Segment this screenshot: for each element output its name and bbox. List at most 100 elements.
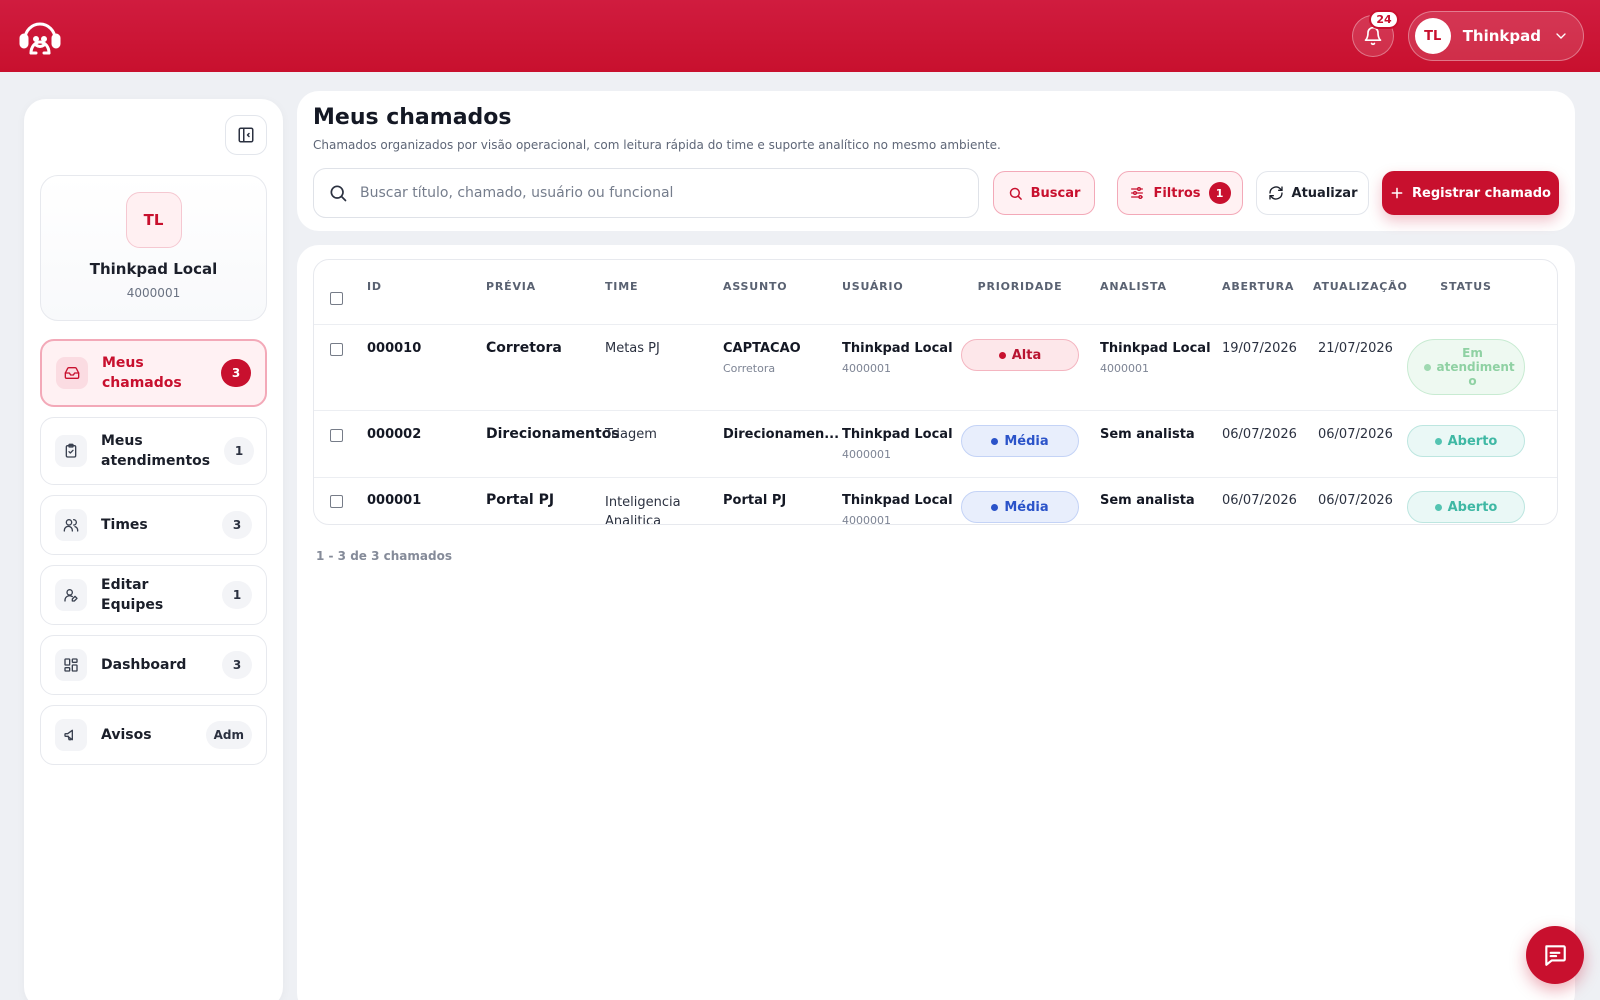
dashboard-grid-icon [55, 649, 87, 681]
table-row[interactable]: 000001 Portal PJ Inteligencia Analitica … [314, 478, 1557, 524]
collapse-sidebar-button[interactable] [225, 115, 267, 155]
sidebar-item-meus-chamados[interactable]: Meus chamados 3 [40, 339, 267, 407]
chevron-down-icon [1556, 33, 1566, 39]
register-ticket-button[interactable]: Registrar chamado [1382, 171, 1559, 215]
priority-badge: Alta [961, 339, 1079, 371]
priority-badge: Média [961, 425, 1079, 457]
profile-name: Thinkpad Local [89, 260, 218, 278]
filters-button[interactable]: Filtros 1 [1117, 171, 1243, 215]
ticket-preview[interactable]: Direcionamentos [486, 426, 620, 442]
user-edit-icon [55, 579, 87, 611]
status-dot [1434, 503, 1442, 511]
ticket-preview[interactable]: Corretora [486, 340, 562, 356]
sidebar-item-editar-equipes[interactable]: Editar Equipes 1 [40, 565, 267, 625]
sidebar-nav: Meus chamados 3 Meus atendimentos 1 Time… [40, 339, 267, 775]
ticket-user: Thinkpad Local [842, 427, 953, 442]
priority-dot [991, 437, 999, 445]
ticket-analyst: Thinkpad Local [1100, 341, 1211, 356]
notifications-badge: 24 [1369, 10, 1399, 29]
filters-button-label: Filtros [1153, 185, 1201, 201]
column-header-preview[interactable]: PRÉVIA [486, 280, 536, 293]
sidebar-item-dashboard[interactable]: Dashboard 3 [40, 635, 267, 695]
status-dot [1423, 363, 1431, 371]
page-title: Meus chamados [313, 105, 512, 130]
plus-icon [1391, 187, 1403, 199]
inbox-icon [56, 357, 88, 389]
search-button[interactable]: Buscar [993, 171, 1095, 215]
sidebar-item-times[interactable]: Times 3 [40, 495, 267, 555]
refresh-icon [1268, 186, 1283, 200]
megaphone-icon [55, 719, 87, 751]
column-header-analyst[interactable]: ANALISTA [1100, 280, 1167, 293]
priority-badge: Média [961, 491, 1079, 523]
column-header-opened[interactable]: ABERTURA [1222, 280, 1294, 293]
priority-label: Média [1004, 433, 1049, 449]
sidebar-item-label: Meus atendimentos [101, 433, 211, 469]
column-header-team[interactable]: TIME [605, 280, 638, 293]
status-badge: Aberto [1407, 425, 1525, 457]
ticket-analyst: Sem analista [1100, 427, 1195, 442]
ticket-analyst: Sem analista [1100, 493, 1195, 508]
tickets-panel: ID PRÉVIA TIME ASSUNTO USUÁRIO PRIORIDAD… [297, 245, 1575, 1000]
row-checkbox[interactable] [330, 343, 343, 356]
sidebar-item-count: 3 [221, 359, 251, 387]
row-checkbox[interactable] [330, 429, 343, 442]
sidebar-item-count: 3 [222, 511, 252, 539]
table-row[interactable]: 000010 Corretora Metas PJ CAPTACAO Corre… [314, 325, 1557, 411]
status-label: Aberto [1447, 433, 1498, 449]
ticket-opened: 19/07/2026 [1222, 341, 1297, 356]
ticket-analyst-id: 4000001 [1100, 362, 1149, 375]
status-label: Em atendiment o [1436, 346, 1515, 388]
filters-count-badge: 1 [1208, 182, 1231, 204]
sidebar-collapse-icon [238, 127, 254, 143]
tickets-table: ID PRÉVIA TIME ASSUNTO USUÁRIO PRIORIDAD… [313, 259, 1558, 525]
status-badge: Aberto [1407, 491, 1525, 523]
table-row[interactable]: 000002 Direcionamentos Triagem Direciona… [314, 411, 1557, 478]
chat-button[interactable] [1526, 926, 1584, 984]
priority-label: Alta [1011, 347, 1042, 363]
ticket-subject-sub: Corretora [723, 362, 776, 375]
search-input[interactable] [360, 185, 964, 201]
column-header-subject[interactable]: ASSUNTO [723, 280, 787, 293]
refresh-button[interactable]: Atualizar [1256, 171, 1369, 215]
page-header: Meus chamados Chamados organizados por v… [297, 91, 1575, 231]
sidebar-item-avisos[interactable]: Avisos Adm [40, 705, 267, 765]
notifications-button[interactable]: 24 [1351, 10, 1399, 57]
column-header-updated[interactable]: ATUALIZAÇÃO [1313, 280, 1408, 293]
users-icon [55, 509, 87, 541]
ticket-team: Metas PJ [605, 341, 660, 356]
ticket-preview[interactable]: Portal PJ [486, 492, 554, 508]
brand-logo-icon[interactable] [16, 12, 64, 60]
column-header-id[interactable]: ID [367, 280, 382, 293]
sidebar-item-label: Dashboard [101, 657, 187, 673]
row-checkbox[interactable] [330, 495, 343, 508]
register-ticket-label: Registrar chamado [1412, 185, 1551, 201]
sidebar-item-label: Times [101, 517, 148, 533]
sidebar: TL Thinkpad Local 4000001 Meus chamados … [24, 99, 283, 1000]
user-menu-button[interactable]: TL Thinkpad [1407, 11, 1584, 61]
sidebar-item-count: 3 [222, 651, 252, 679]
sidebar-item-count: 1 [222, 581, 252, 609]
search-box [313, 168, 979, 218]
column-header-priority[interactable]: PRIORIDADE [961, 280, 1079, 293]
select-all-checkbox[interactable] [330, 292, 343, 305]
column-header-status[interactable]: STATUS [1407, 280, 1525, 293]
sidebar-item-meus-atendimentos[interactable]: Meus atendimentos 1 [40, 417, 267, 485]
status-label: Aberto [1447, 499, 1498, 515]
ticket-user-id: 4000001 [842, 448, 891, 461]
ticket-user: Thinkpad Local [842, 341, 953, 356]
sidebar-item-count: 1 [224, 437, 255, 465]
ticket-updated: 06/07/2026 [1318, 427, 1393, 442]
ticket-subject: Direcionamen... [723, 427, 840, 442]
sliders-icon [1131, 187, 1144, 199]
avatar: TL [1414, 18, 1451, 54]
bell-icon [1364, 26, 1382, 46]
status-dot [1434, 437, 1442, 445]
page-subtitle: Chamados organizados por visão operacion… [313, 138, 1001, 152]
ticket-team: Triagem [605, 427, 657, 442]
column-header-user[interactable]: USUÁRIO [842, 280, 903, 293]
priority-dot [991, 503, 999, 511]
profile-id: 4000001 [126, 286, 181, 300]
ticket-updated: 06/07/2026 [1318, 493, 1393, 508]
ticket-opened: 06/07/2026 [1222, 427, 1297, 442]
